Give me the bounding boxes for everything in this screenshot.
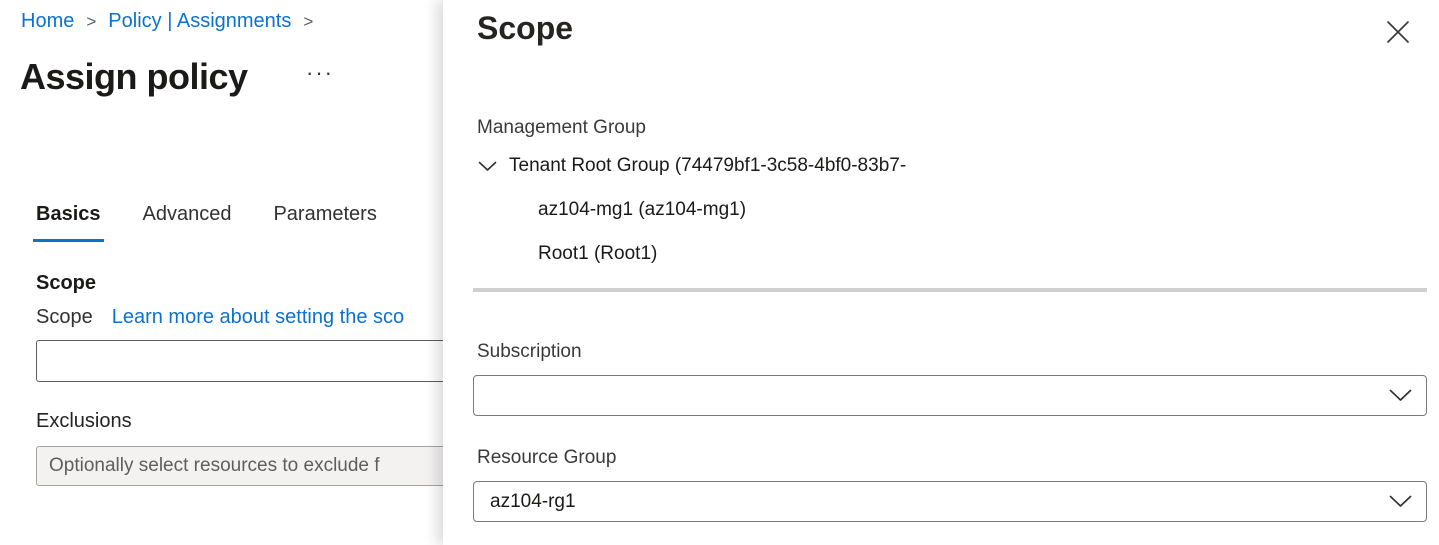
breadcrumb-separator-icon: > [303, 11, 313, 32]
tree-item-label: Root1 (Root1) [538, 243, 657, 265]
tab-parameters[interactable]: Parameters [273, 203, 376, 242]
tab-bar: Basics Advanced Parameters [36, 203, 377, 242]
breadcrumb-home-link[interactable]: Home [21, 10, 74, 33]
resource-group-label: Resource Group [477, 447, 616, 469]
resource-group-dropdown[interactable]: az104-rg1 [473, 481, 1427, 522]
tree-item-label: Tenant Root Group (74479bf1-3c58-4bf0-83… [509, 155, 906, 177]
tree-item-az104-mg1[interactable]: az104-mg1 (az104-mg1) [538, 199, 746, 221]
learn-more-link[interactable]: Learn more about setting the sco [112, 306, 404, 329]
scope-panel-title: Scope [477, 10, 573, 47]
chevron-down-icon[interactable] [478, 161, 497, 172]
page-title: Assign policy [20, 56, 248, 98]
subscription-label: Subscription [477, 341, 582, 363]
subscription-dropdown[interactable] [473, 375, 1427, 416]
management-group-label: Management Group [477, 117, 646, 139]
scope-section-heading: Scope [36, 272, 96, 295]
section-divider [473, 288, 1427, 292]
tab-advanced[interactable]: Advanced [143, 203, 232, 242]
exclusions-label: Exclusions [36, 410, 132, 433]
scope-field-label: Scope [36, 306, 93, 329]
chevron-down-icon [1389, 495, 1412, 508]
tree-item-root1[interactable]: Root1 (Root1) [538, 243, 657, 265]
tree-item-label: az104-mg1 (az104-mg1) [538, 199, 746, 221]
tree-item-tenant-root-group[interactable]: Tenant Root Group (74479bf1-3c58-4bf0-83… [478, 155, 906, 177]
close-panel-button[interactable] [1383, 17, 1413, 47]
resource-group-dropdown-value: az104-rg1 [490, 491, 576, 513]
breadcrumb-policy-assignments-link[interactable]: Policy | Assignments [108, 10, 291, 33]
scope-field-label-row: Scope Learn more about setting the sco [36, 306, 404, 329]
breadcrumb-separator-icon: > [86, 11, 96, 32]
scope-panel: Scope Management Group Tenant Root Group… [443, 0, 1439, 545]
assign-policy-page: Home > Policy | Assignments > Assign pol… [0, 0, 1439, 545]
tab-basics[interactable]: Basics [36, 203, 101, 242]
chevron-down-icon [1389, 389, 1412, 402]
breadcrumb: Home > Policy | Assignments > [21, 10, 313, 33]
close-icon [1385, 19, 1411, 45]
more-options-button[interactable]: ··· [306, 60, 334, 86]
